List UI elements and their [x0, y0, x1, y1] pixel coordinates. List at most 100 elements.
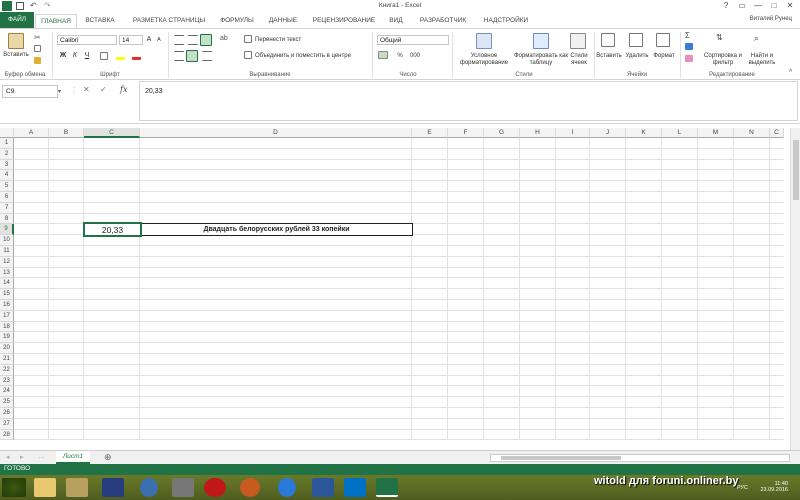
minimize-button[interactable]: — — [750, 0, 766, 12]
app-icon[interactable] — [240, 478, 260, 497]
row-header[interactable]: 13 — [0, 267, 14, 279]
format-painter-icon[interactable] — [34, 57, 41, 64]
row-header[interactable]: 17 — [0, 310, 14, 322]
column-header[interactable]: E — [412, 128, 448, 138]
font-name-select[interactable]: Calibri — [57, 35, 117, 45]
internet-explorer-icon[interactable] — [278, 478, 296, 497]
disk-icon[interactable] — [102, 478, 124, 497]
format-cells-icon[interactable] — [656, 33, 670, 47]
clock[interactable]: 11:40 23.09.2016 — [760, 481, 788, 493]
enter-icon[interactable]: ✓ — [100, 85, 107, 94]
formula-input[interactable]: 20,33 — [139, 81, 798, 121]
row-header[interactable]: 10 — [0, 235, 14, 246]
tab-formulas[interactable]: ФОРМУЛЫ — [215, 14, 259, 27]
prev-sheet-icon[interactable]: ◂ — [6, 453, 10, 461]
row-header[interactable]: 22 — [0, 364, 14, 376]
currency-format-icon[interactable] — [378, 51, 388, 59]
format-as-table-button[interactable]: Форматировать как таблицу — [514, 53, 568, 67]
insert-function-icon[interactable]: fx — [120, 85, 127, 94]
word-icon[interactable] — [312, 478, 334, 497]
help-button[interactable]: ? — [718, 0, 734, 12]
paste-icon[interactable] — [8, 33, 24, 49]
folder-icon[interactable] — [66, 478, 88, 497]
row-header[interactable]: 21 — [0, 354, 14, 365]
column-header[interactable]: C — [770, 128, 784, 138]
insert-cells-button[interactable]: Вставить — [595, 53, 623, 60]
underline-button[interactable]: Ч — [83, 52, 91, 59]
row-header[interactable]: 5 — [0, 181, 14, 192]
insert-cells-icon[interactable] — [601, 33, 615, 47]
row-header[interactable]: 19 — [0, 332, 14, 344]
cell-d9[interactable]: Двадцать белорусских рублей 33 копейки — [141, 223, 413, 237]
column-header[interactable]: I — [556, 128, 590, 138]
find-select-icon[interactable]: ⌕ — [754, 33, 768, 47]
row-header[interactable]: 8 — [0, 213, 14, 225]
ribbon-display-button[interactable]: ▭ — [734, 0, 750, 12]
tab-page-layout[interactable]: РАЗМЕТКА СТРАНИЦЫ — [125, 14, 213, 27]
sheet-tab-list1[interactable]: Лист1 — [56, 451, 90, 464]
align-bottom-icon[interactable] — [200, 34, 212, 46]
conditional-format-button[interactable]: Условное форматирование — [455, 53, 513, 67]
font-color-icon[interactable] — [132, 52, 141, 60]
column-header[interactable]: A — [14, 128, 49, 138]
paste-button[interactable]: Вставить — [2, 52, 30, 59]
row-header[interactable]: 20 — [0, 343, 14, 354]
opera-icon[interactable] — [204, 478, 226, 497]
conditional-format-icon[interactable] — [476, 33, 492, 49]
row-header[interactable]: 24 — [0, 386, 14, 398]
next-sheet-icon[interactable]: ▸ — [20, 453, 24, 461]
collapse-ribbon-icon[interactable]: ^ — [789, 69, 799, 79]
tab-addins[interactable]: НАДСТРОЙКИ — [478, 14, 534, 27]
orientation-icon[interactable]: ab — [220, 35, 230, 45]
merge-center-button[interactable]: Объединить и поместить в центре — [255, 53, 351, 60]
format-cells-button[interactable]: Формат — [651, 53, 677, 60]
sort-filter-button[interactable]: Сортировка и фильтр — [700, 53, 746, 67]
excel-taskbar-icon[interactable] — [376, 478, 398, 497]
grow-font-button[interactable]: A — [145, 36, 153, 43]
tab-data[interactable]: ДАННЫЕ — [263, 14, 303, 27]
wrap-text-button[interactable]: Перенести текст — [255, 37, 301, 44]
column-header[interactable]: F — [448, 128, 484, 138]
row-header[interactable]: 4 — [0, 170, 14, 182]
percent-format-button[interactable]: % — [396, 53, 404, 60]
bold-button[interactable]: Ж — [59, 52, 67, 59]
merge-icon[interactable] — [244, 51, 252, 59]
column-header[interactable]: N — [734, 128, 770, 138]
align-left-icon[interactable] — [174, 51, 184, 61]
chevron-down-icon[interactable]: ▾ — [58, 88, 61, 95]
row-header[interactable]: 26 — [0, 408, 14, 419]
scroll-thumb[interactable] — [793, 140, 799, 200]
row-header[interactable]: 18 — [0, 321, 14, 333]
column-header[interactable]: C — [84, 128, 140, 138]
column-header[interactable]: H — [520, 128, 556, 138]
column-header[interactable]: B — [49, 128, 84, 138]
fill-icon[interactable] — [685, 43, 693, 50]
user-name[interactable]: Виталий Рунец — [750, 16, 792, 22]
row-header[interactable]: 27 — [0, 418, 14, 430]
cell-styles-icon[interactable] — [570, 33, 586, 49]
printer-icon[interactable] — [172, 478, 194, 497]
delete-cells-button[interactable]: Удалить — [624, 53, 650, 60]
column-header[interactable]: G — [484, 128, 520, 138]
cancel-icon[interactable]: ✕ — [83, 85, 90, 94]
column-header[interactable]: J — [590, 128, 626, 138]
find-select-button[interactable]: Найти и выделить — [744, 53, 780, 67]
horizontal-scrollbar[interactable] — [490, 454, 790, 462]
font-size-select[interactable]: 14 — [119, 35, 143, 45]
row-header[interactable]: 14 — [0, 278, 14, 290]
tab-home[interactable]: ГЛАВНАЯ — [35, 14, 77, 29]
file-explorer-icon[interactable] — [34, 478, 56, 497]
sort-filter-icon[interactable]: ⇅ — [716, 33, 730, 47]
wrap-text-icon[interactable] — [244, 35, 252, 43]
hscroll-thumb[interactable] — [501, 456, 621, 460]
tab-insert[interactable]: ВСТАВКА — [80, 14, 120, 27]
row-header[interactable]: 2 — [0, 148, 14, 160]
shrink-font-button[interactable]: A — [155, 37, 163, 44]
tab-view[interactable]: ВИД — [385, 14, 407, 27]
column-header[interactable]: L — [662, 128, 698, 138]
cut-icon[interactable]: ✂ — [34, 33, 44, 43]
row-header[interactable]: 9 — [0, 224, 14, 236]
select-all-corner[interactable] — [0, 128, 14, 138]
fill-color-icon[interactable] — [116, 52, 125, 60]
thousands-format-button[interactable]: 000 — [408, 53, 422, 60]
